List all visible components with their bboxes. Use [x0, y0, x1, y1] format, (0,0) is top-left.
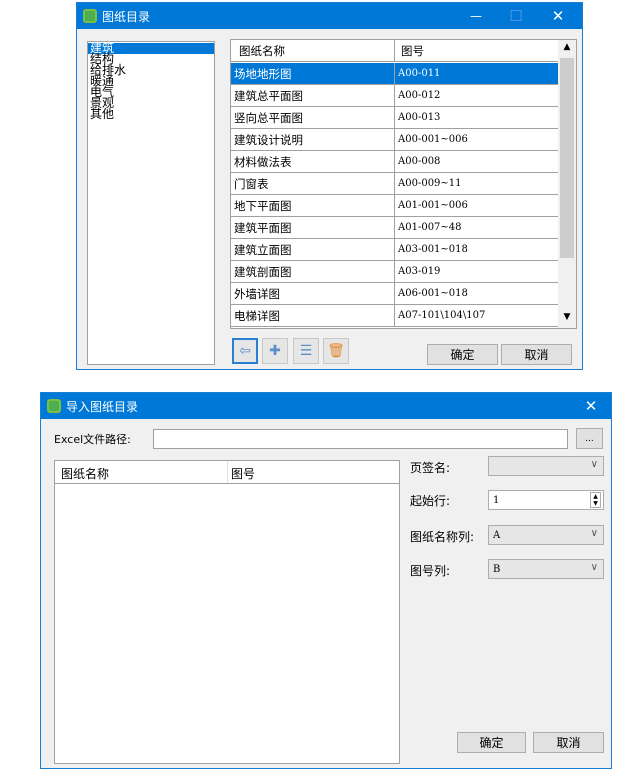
drawing-number-cell[interactable]: A03-019 [395, 261, 558, 282]
add-file-icon: ✚ [269, 343, 281, 359]
drawing-number-cell[interactable]: A00-001~006 [395, 129, 558, 150]
drawing-number-cell[interactable]: A00-009~11 [395, 173, 558, 194]
table-row[interactable]: 建筑平面图 A01-007~48 [231, 217, 558, 239]
category-item[interactable]: 其他 [88, 108, 214, 120]
chevron-down-icon: ∨ [590, 562, 598, 573]
column-header-name[interactable]: 图纸名称 [61, 465, 109, 482]
table-row[interactable]: 建筑立面图 A03-001~018 [231, 239, 558, 261]
drawing-number-cell[interactable]: A06-001~018 [395, 283, 558, 304]
drawing-table: 图纸名称 图号 场地地形图 A00-011 建筑总平面图 A00-012 竖向总平面图 A… [230, 39, 577, 329]
drawing-number-cell[interactable]: A03-001~018 [395, 239, 558, 260]
table-row[interactable]: 建筑总平面图 A00-012 [231, 85, 558, 107]
drawing-catalog-dialog: 图纸目录 — ☐ ✕ 建筑 结构 给排水 暖通 电气 景观 其他 图纸名称 图号 场地地形图… [76, 2, 583, 370]
preview-table: 图纸名称 图号 [54, 460, 400, 764]
table-row[interactable]: 外墙详图 A06-001~018 [231, 283, 558, 305]
number-column-value: B [493, 563, 501, 575]
column-header-number[interactable]: 图号 [231, 465, 255, 482]
cancel-button[interactable]: 取消 [533, 732, 604, 753]
start-row-value: 1 [493, 494, 500, 506]
drawing-name-cell[interactable]: 建筑总平面图 [231, 85, 395, 106]
cancel-button[interactable]: 取消 [501, 344, 572, 365]
drawing-number-cell[interactable]: A07-101\104\107 [395, 305, 558, 326]
number-column-select[interactable]: B ∨ [488, 559, 604, 579]
import-folder-button[interactable]: ⇦ [232, 338, 258, 364]
table-row[interactable]: 材料做法表 A00-008 [231, 151, 558, 173]
title-bar: 图纸目录 — ☐ ✕ [77, 3, 582, 29]
close-button[interactable]: ✕ [538, 3, 578, 29]
column-divider[interactable] [227, 461, 228, 483]
drawing-name-cell[interactable]: 竖向总平面图 [231, 107, 395, 128]
add-file-button[interactable]: ✚ [262, 338, 288, 364]
drawing-name-cell[interactable]: 建筑设计说明 [231, 129, 395, 150]
table-row[interactable]: 门窗表 A00-009~11 [231, 173, 558, 195]
column-header-name[interactable]: 图纸名称 [231, 40, 395, 61]
app-logo-icon [83, 9, 97, 23]
title-bar: 导入图纸目录 ✕ [41, 393, 611, 419]
app-logo-icon [47, 399, 61, 413]
browse-button[interactable]: ... [576, 428, 603, 449]
name-column-label: 图纸名称列: [410, 530, 475, 544]
drawing-name-cell[interactable]: 材料做法表 [231, 151, 395, 172]
drawing-name-cell[interactable]: 建筑平面图 [231, 217, 395, 238]
maximize-button[interactable]: ☐ [496, 3, 536, 29]
import-folder-icon: ⇦ [239, 343, 251, 359]
table-header: 图纸名称 图号 [231, 40, 558, 62]
drawing-number-cell[interactable]: A00-008 [395, 151, 558, 172]
table-row[interactable]: 场地地形图 A00-011 [231, 63, 558, 85]
ok-button[interactable]: 确定 [427, 344, 498, 365]
sheet-select[interactable]: ∨ [488, 456, 604, 476]
dialog-title: 图纸目录 [102, 9, 151, 24]
category-list[interactable]: 建筑 结构 给排水 暖通 电气 景观 其他 [87, 41, 215, 365]
ok-button[interactable]: 确定 [457, 732, 526, 753]
drawing-number-cell[interactable]: A00-013 [395, 107, 558, 128]
start-row-label: 起始行: [410, 494, 451, 508]
chevron-down-icon: ∨ [590, 459, 598, 470]
sheet-label: 页签名: [410, 461, 451, 475]
vertical-scrollbar[interactable]: ▲ ▼ [558, 40, 576, 328]
close-button[interactable]: ✕ [571, 393, 611, 419]
drawing-name-cell[interactable]: 电梯详图 [231, 305, 395, 326]
delete-button[interactable]: 🗑 [323, 338, 349, 364]
start-row-stepper[interactable]: 1 ▲ ▼ [488, 490, 604, 510]
list-icon: ☰ [299, 343, 313, 359]
name-column-value: A [493, 529, 501, 541]
drawing-number-cell[interactable]: A01-007~48 [395, 217, 558, 238]
chevron-down-icon: ∨ [590, 528, 598, 539]
drawing-number-cell[interactable]: A01-001~006 [395, 195, 558, 216]
number-column-label: 图号列: [410, 564, 451, 578]
drawing-name-cell[interactable]: 建筑剖面图 [231, 261, 395, 282]
import-catalog-dialog: 导入图纸目录 ✕ Excel文件路径: ... 图纸名称 图号 页签名: ∨ 起… [40, 392, 612, 769]
scroll-up-icon[interactable]: ▲ [558, 42, 576, 52]
table-row[interactable]: 建筑设计说明 A00-001~006 [231, 129, 558, 151]
table-row[interactable]: 竖向总平面图 A00-013 [231, 107, 558, 129]
dialog-title: 导入图纸目录 [66, 399, 139, 414]
drawing-name-cell[interactable]: 外墙详图 [231, 283, 395, 304]
drawing-number-cell[interactable]: A00-011 [395, 63, 558, 84]
table-row[interactable]: 地下平面图 A01-001~006 [231, 195, 558, 217]
column-header-number[interactable]: 图号 [395, 43, 558, 59]
drawing-number-cell[interactable]: A00-012 [395, 85, 558, 106]
drawing-name-cell[interactable]: 建筑立面图 [231, 239, 395, 260]
table-row[interactable]: 建筑剖面图 A03-019 [231, 261, 558, 283]
table-header: 图纸名称 图号 [55, 461, 399, 484]
drawing-name-cell[interactable]: 地下平面图 [231, 195, 395, 216]
drawing-name-cell[interactable]: 门窗表 [231, 173, 395, 194]
excel-path-label: Excel文件路径: [54, 433, 131, 446]
scroll-down-icon[interactable]: ▼ [558, 312, 576, 322]
list-button[interactable]: ☰ [293, 338, 319, 364]
drawing-name-cell[interactable]: 场地地形图 [231, 63, 395, 84]
minimize-button[interactable]: — [456, 3, 496, 29]
table-row[interactable]: 电梯详图 A07-101\104\107 [231, 305, 558, 327]
spin-buttons-icon[interactable]: ▲ ▼ [590, 492, 601, 508]
name-column-select[interactable]: A ∨ [488, 525, 604, 545]
scroll-thumb[interactable] [560, 58, 574, 258]
delete-icon: 🗑 [327, 343, 345, 359]
excel-path-input[interactable] [153, 429, 568, 449]
